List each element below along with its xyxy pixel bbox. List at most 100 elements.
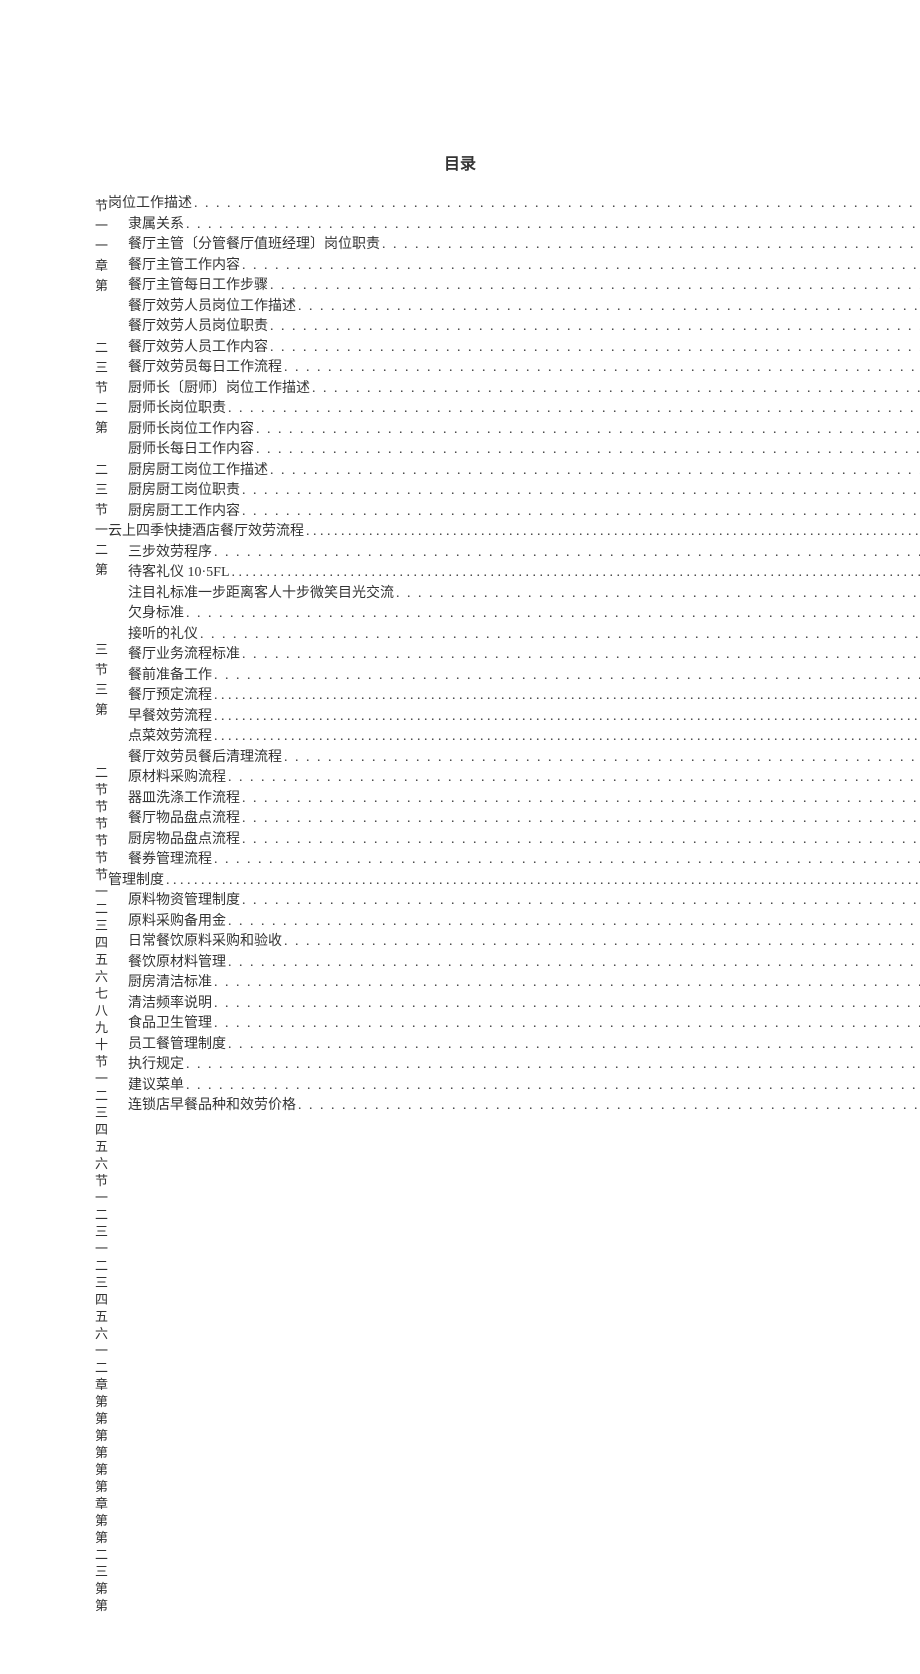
toc-leader-dots xyxy=(282,748,920,769)
toc-entry-label: 原料物资管理制度 xyxy=(128,891,240,912)
toc-row: 厨房厨工岗位工作描述7 xyxy=(108,461,920,482)
toc-leader-dots xyxy=(282,932,920,953)
toc-entry-label: 日常餐饮原料采购和验收 xyxy=(128,932,282,953)
document-page: 目录 节一一章第二三节二第二三节一二第三节三第二节节节节节节一二三四五六七八九十… xyxy=(0,0,920,1674)
toc-row: 厨师长岗位职责6 xyxy=(108,399,920,420)
toc-entry-label: 厨房物品盘点流程 xyxy=(128,830,240,851)
toc-leader-dots xyxy=(240,645,920,666)
toc-entry-label: 餐厅效劳员餐后清理流程 xyxy=(128,748,282,769)
toc-entry-label: 餐厅效劳人员岗位职责 xyxy=(128,317,268,338)
toc-leader-dots xyxy=(212,543,920,564)
margin-number-line: 三四五六节 xyxy=(95,1104,108,1189)
toc-row: 厨师长〔厨师〕岗位工作描述6 xyxy=(108,379,920,400)
toc-entry-label: 厨师长〔厨师〕岗位工作描述 xyxy=(128,379,310,400)
toc-row: 餐厅效劳人员工作内容5 xyxy=(108,338,920,359)
toc-row: 厨房物品盘点流程13 xyxy=(108,830,920,851)
margin-number-line: 第 xyxy=(95,418,108,438)
toc-row: 隶属关系4 xyxy=(108,215,920,236)
toc-entry-label: 厨房厨工岗位职责 xyxy=(128,481,240,502)
toc-row: 岗位工作描述4 xyxy=(108,194,920,215)
toc-row: 清洁频率说明16 xyxy=(108,994,920,1015)
toc-leader-dots xyxy=(212,666,920,687)
toc-leader-dots xyxy=(240,809,920,830)
toc-body: 节一一章第二三节二第二三节一二第三节三第二节节节节节节一二三四五六七八九十节一二… xyxy=(95,194,825,1614)
margin-number-line: 节节一二三 xyxy=(95,849,108,934)
toc-entry-label: 待客礼仪 10·5FL xyxy=(128,563,230,584)
toc-leader-dots xyxy=(268,338,920,359)
margin-number-line: 三节三 xyxy=(95,640,108,700)
toc-entry-label: 欠身标准 xyxy=(128,604,184,625)
toc-entry-label: 餐前准备工作 xyxy=(128,666,212,687)
toc-entry-label: 厨师长每日工作内容 xyxy=(128,440,254,461)
toc-row: 日常餐饮原料采购和验收14 xyxy=(108,932,920,953)
toc-leader-dots xyxy=(240,891,920,912)
toc-leader-dots xyxy=(212,727,920,748)
toc-entry-label: 厨房厨工工作内容 xyxy=(128,502,240,523)
toc-row: 器皿洗涤工作流程12 xyxy=(108,789,920,810)
toc-entry-label: 建议菜单 xyxy=(128,1076,184,1097)
toc-entry-label: 清洁频率说明 xyxy=(128,994,212,1015)
toc-entry-label: 厨房厨工岗位工作描述 xyxy=(128,461,268,482)
toc-leader-dots xyxy=(240,481,920,502)
toc-list: 岗位工作描述4隶属关系4餐厅主管〔分管餐厅值班经理〕岗位职责4餐厅主管工作内容4… xyxy=(108,194,920,1117)
margin-number-line: 第 xyxy=(95,560,108,580)
toc-row: 餐厅物品盘点流程13 xyxy=(108,809,920,830)
margin-number-line: 章第 xyxy=(95,256,108,296)
toc-leader-dots xyxy=(164,871,920,892)
toc-row: 餐券管理流程13 xyxy=(108,850,920,871)
toc-row: 餐厅主管〔分管餐厅值班经理〕岗位职责4 xyxy=(108,235,920,256)
toc-row: 原料采购备用金14 xyxy=(108,912,920,933)
margin-number-line: 第 xyxy=(95,700,108,720)
toc-row: 餐厅效劳员餐后清理流程12 xyxy=(108,748,920,769)
toc-row: 点菜效劳流程11 xyxy=(108,727,920,748)
toc-row: 原料物资管理制度14 xyxy=(108,891,920,912)
margin-number-line: 四五六七八 xyxy=(95,934,108,1019)
toc-row: 厨师长每日工作内容6 xyxy=(108,440,920,461)
toc-row: 厨房厨工工作内容7 xyxy=(108,502,920,523)
toc-row: 餐厅效劳人员岗位职责5 xyxy=(108,317,920,338)
toc-row: 厨房厨工岗位职责7 xyxy=(108,481,920,502)
toc-entry-label: 餐厅主管〔分管餐厅值班经理〕岗位职责 xyxy=(128,235,380,256)
toc-leader-dots xyxy=(184,215,920,236)
toc-leader-dots xyxy=(296,297,920,318)
toc-entry-label: 原料采购备用金 xyxy=(128,912,226,933)
margin-number-line: 二三节 xyxy=(95,338,108,398)
toc-row: 餐饮原材料管理14 xyxy=(108,953,920,974)
toc-leader-dots xyxy=(212,850,920,871)
toc-row: 餐厅主管每日工作步骤5 xyxy=(108,276,920,297)
toc-leader-dots xyxy=(240,502,920,523)
margin-number-line: 二三节 xyxy=(95,460,108,520)
toc-entry-label: 餐券管理流程 xyxy=(128,850,212,871)
margin-number-line: 一二 xyxy=(95,520,108,560)
toc-entry-label: 餐饮原材料管理 xyxy=(128,953,226,974)
toc-leader-dots xyxy=(268,317,920,338)
toc-row: 原材料采购流程12 xyxy=(108,768,920,789)
toc-row: 餐厅业务流程标准10 xyxy=(108,645,920,666)
toc-leader-dots xyxy=(310,379,920,400)
toc-row: 餐厅效劳人员岗位工作描述5 xyxy=(108,297,920,318)
toc-leader-dots xyxy=(268,276,920,297)
toc-entry-label: 早餐效劳流程 xyxy=(128,707,212,728)
toc-entry-label: 岗位工作描述 xyxy=(108,194,192,215)
margin-number-line: 二 xyxy=(95,398,108,418)
margin-number-line: 二章第第第 xyxy=(95,1359,108,1444)
toc-row: 连锁店早餐品种和效劳价格19 xyxy=(108,1096,920,1117)
toc-entry-label: 厨房清洁标准 xyxy=(128,973,212,994)
toc-entry-label: 执行规定 xyxy=(128,1055,184,1076)
toc-row: 管理制度14 xyxy=(108,871,920,892)
toc-row: 餐厅效劳员每日工作流程6 xyxy=(108,358,920,379)
toc-entry-label: 餐厅业务流程标准 xyxy=(128,645,240,666)
left-numbering-column: 节一一章第二三节二第二三节一二第三节三第二节节节节节节一二三四五六七八九十节一二… xyxy=(95,194,108,1614)
margin-number-line: 节一 xyxy=(95,196,108,236)
toc-entry-label: 隶属关系 xyxy=(128,215,184,236)
toc-entry-label: 接听的礼仪 xyxy=(128,625,198,646)
margin-number-line: 三四五六一 xyxy=(95,1274,108,1359)
margin-number-block: 二节节节节节节一二三四五六七八九十节一二三四五六节一二三一二三四五六一二章第第第… xyxy=(95,720,108,1614)
toc-leader-dots xyxy=(380,235,920,256)
toc-row: 执行规定19 xyxy=(108,1055,920,1076)
margin-number-line: 第二三第第 xyxy=(95,1529,108,1614)
margin-number-line: 第第第章第 xyxy=(95,1444,108,1529)
toc-entry-label: 餐厅主管工作内容 xyxy=(128,256,240,277)
toc-leader-dots xyxy=(226,768,920,789)
toc-entry-label: 云上四季快捷酒店餐厅效劳流程 xyxy=(108,522,304,543)
